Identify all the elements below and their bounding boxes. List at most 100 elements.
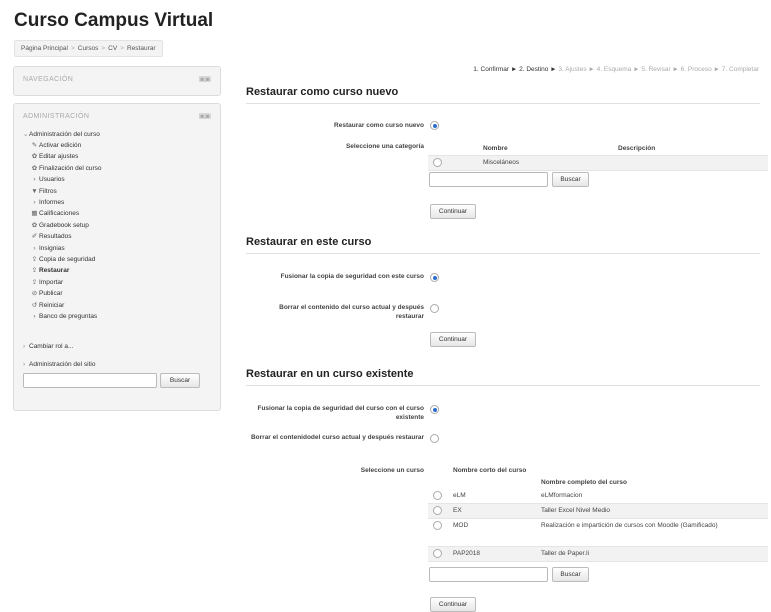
select-category-label: Seleccione una categoría: [345, 143, 424, 150]
delete-existing-radio[interactable]: [430, 434, 439, 443]
course-radio[interactable]: [433, 549, 442, 558]
navigation-block: NAVEGACIÓN ▣▣: [13, 66, 221, 96]
breadcrumb-home[interactable]: Página Principal: [21, 45, 68, 52]
course-col-full: Nombre completo del curso: [541, 479, 627, 486]
outcomes-icon: ✐: [31, 233, 38, 241]
restore-steps: 1. Confirmar ► 2. Destino ► 3. Ajustes ►…: [473, 66, 759, 73]
admin-item-insignias[interactable]: › Insignias: [30, 244, 64, 254]
breadcrumb-separator: >: [70, 45, 75, 52]
breadcrumb-courses[interactable]: Cursos: [78, 45, 99, 52]
admin-item-importar[interactable]: ⇪ Importar: [30, 278, 63, 288]
admin-item-editar-ajustes[interactable]: ✿ Editar ajustes: [30, 152, 79, 162]
continue-new-button[interactable]: Continuar: [430, 204, 476, 219]
admin-item-informes[interactable]: › Informes: [30, 198, 64, 208]
divider: [246, 103, 760, 104]
delete-existing-label: Borrar el contenidodel curso actual y de…: [250, 434, 424, 441]
course-search-button[interactable]: Buscar: [552, 567, 589, 582]
admin-item-label: Informes: [39, 199, 65, 206]
admin-item-label: Finalización del curso: [39, 164, 102, 172]
admin-item-finalización-del-curso[interactable]: ✿ Finalización del curso: [30, 164, 102, 174]
switch-role-label: Cambiar rol a...: [29, 343, 74, 350]
block-dock-icon[interactable]: ▣▣: [199, 112, 211, 120]
steps-done: 1. Confirmar ► 2. Destino ►: [473, 66, 557, 73]
category-search-input[interactable]: [429, 172, 548, 187]
course-radio[interactable]: [433, 521, 442, 530]
category-radio[interactable]: [433, 158, 442, 167]
admin-item-reiniciar[interactable]: ↺ Reiniciar: [30, 301, 65, 311]
category-name: Misceláneos: [483, 159, 520, 166]
admin-item-publicar[interactable]: ⊘ Publicar: [30, 289, 63, 299]
arrow-icon: ›: [33, 176, 36, 184]
section-existing-course-title: Restaurar en un curso existente: [246, 368, 414, 380]
admin-item-label: Usuarios: [39, 176, 65, 184]
admin-item-usuarios[interactable]: › Usuarios: [30, 175, 65, 185]
course-full-name: Taller de Paper.li: [541, 550, 590, 557]
breadcrumb: Página Principal > Cursos > CV > Restaurar: [14, 40, 163, 57]
course-short-name: EX: [453, 507, 462, 514]
continue-this-button[interactable]: Continuar: [430, 332, 476, 347]
block-dock-icon[interactable]: ▣▣: [199, 75, 211, 83]
site-admin-node[interactable]: › Administración del sitio: [23, 360, 95, 370]
select-course-label: Seleccione un curso: [360, 467, 424, 474]
divider: [246, 253, 760, 254]
course-radio[interactable]: [433, 506, 442, 515]
pencil-icon: ✎: [31, 142, 38, 149]
course-radio[interactable]: [433, 491, 442, 500]
merge-existing-radio[interactable]: [430, 405, 439, 414]
administration-block: ADMINISTRACIÓN ▣▣ ⌄Administración del cu…: [13, 103, 221, 411]
filter-icon: ▼: [31, 187, 38, 195]
admin-item-copia-de-seguridad[interactable]: ⇪ Copia de seguridad: [30, 255, 96, 265]
admin-item-label: Calificaciones: [39, 210, 80, 218]
admin-item-label: Restaurar: [39, 267, 70, 275]
course-short-name: PAP2018: [453, 550, 480, 557]
admin-item-label: Importar: [39, 278, 64, 286]
section-this-course-title: Restaurar en este curso: [246, 236, 372, 248]
admin-item-banco-de-preguntas[interactable]: › Banco de preguntas: [30, 312, 97, 322]
page-title: Curso Campus Virtual: [14, 10, 214, 31]
course-short-name: MOD: [453, 522, 469, 529]
switch-role-node[interactable]: › Cambiar rol a...: [23, 342, 73, 352]
restore-new-radio[interactable]: [430, 121, 439, 130]
category-col-desc: Descripción: [618, 145, 656, 152]
admin-search-button[interactable]: Buscar: [160, 373, 200, 388]
gear-icon: ✿: [31, 153, 38, 161]
admin-item-label: Activar edición: [39, 142, 82, 149]
course-full-name: eLMformacion: [541, 492, 583, 499]
admin-item-activar-edición[interactable]: ✎ Activar edición: [30, 141, 82, 151]
admin-item-label: Editar ajustes: [39, 153, 79, 161]
course-short-name: eLM: [453, 492, 466, 499]
admin-item-resultados[interactable]: ✐ Resultados: [30, 232, 72, 242]
restore-new-label: Restaurar como curso nuevo: [334, 122, 424, 129]
merge-this-radio[interactable]: [430, 273, 439, 282]
arrow-icon: ›: [33, 244, 36, 252]
merge-existing-label: Fusionar la copia de seguridad del curso…: [257, 405, 424, 421]
arrow-icon: ›: [33, 313, 36, 320]
category-row: [428, 155, 768, 171]
admin-item-gradebook-setup[interactable]: ✿ Gradebook setup: [30, 221, 89, 231]
admin-item-label: Copia de seguridad: [39, 256, 96, 263]
admin-item-label: Gradebook setup: [39, 221, 89, 229]
breadcrumb-cv[interactable]: CV: [108, 45, 117, 52]
admin-item-filtros[interactable]: ▼Filtros: [30, 187, 56, 197]
admin-item-calificaciones[interactable]: ▦Calificaciones: [30, 209, 79, 219]
course-admin-node[interactable]: ⌄Administración del curso: [23, 130, 100, 140]
breadcrumb-separator: >: [120, 45, 124, 52]
continue-existing-button[interactable]: Continuar: [430, 597, 476, 612]
admin-item-restaurar[interactable]: ⇪ Restaurar: [30, 266, 70, 276]
course-search-input[interactable]: [429, 567, 548, 582]
reset-icon: ↺: [31, 301, 38, 309]
backup-icon: ⇪: [31, 256, 38, 263]
section-new-course-title: Restaurar como curso nuevo: [246, 86, 399, 98]
administration-block-title[interactable]: ADMINISTRACIÓN: [23, 113, 89, 120]
delete-this-radio[interactable]: [430, 304, 439, 313]
category-search-button[interactable]: Buscar: [552, 172, 589, 187]
site-admin-label: Administración del sitio: [29, 361, 96, 368]
restore-icon: ⇪: [31, 267, 38, 275]
steps-pending: 3. Ajustes ► 4. Esquema ► 5. Revisar ► 6…: [558, 66, 759, 73]
delete-this-label: Borrar el contenido del curso actual y d…: [279, 304, 424, 320]
admin-item-label: Reiniciar: [39, 301, 65, 309]
admin-search-input[interactable]: [23, 373, 157, 388]
gear-icon: ✿: [31, 164, 38, 172]
course-full-name: Taller Excel Nivel Medio: [541, 507, 610, 514]
navigation-block-title[interactable]: NAVEGACIÓN: [23, 76, 73, 83]
